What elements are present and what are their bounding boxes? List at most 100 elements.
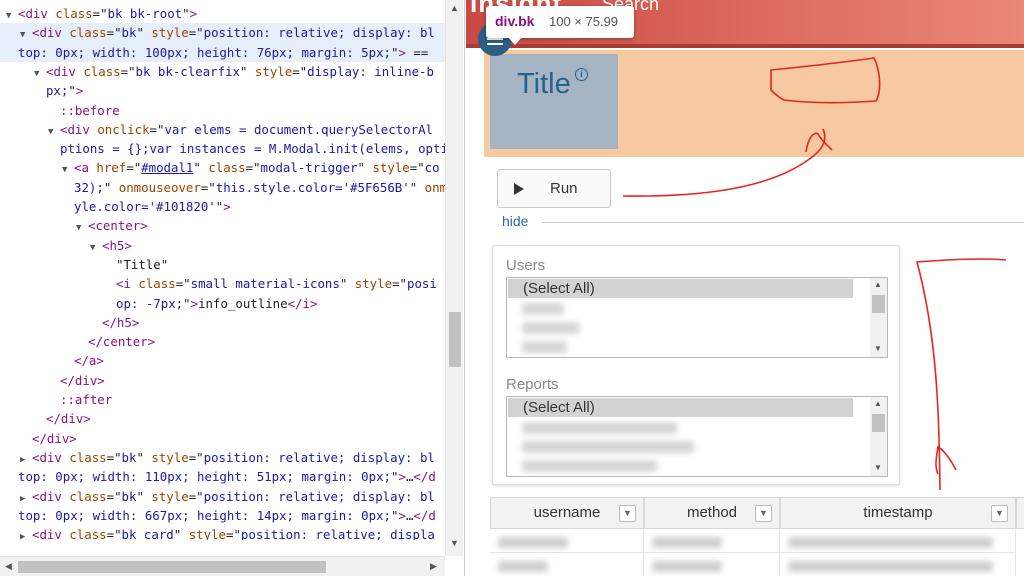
- dom-tree-node[interactable]: ptions = {};var instances = M.Modal.init…: [0, 139, 445, 158]
- expand-caret-icon[interactable]: ▼: [76, 219, 88, 235]
- scrollbar-thumb[interactable]: [18, 561, 326, 573]
- dom-tree-node[interactable]: ▼ <div class="bk bk-root">: [0, 4, 445, 23]
- dom-tree-node[interactable]: </h5>: [0, 313, 445, 332]
- dom-tree-node[interactable]: op: -7px;">info_outline</i>: [0, 294, 445, 313]
- blurred-value: [652, 561, 722, 572]
- dom-tree-node[interactable]: ▶ <div class="bk" style="position: relati…: [0, 487, 445, 506]
- collapsed-caret-icon[interactable]: ▶: [20, 451, 32, 467]
- element-inspector-tooltip: div.bk 100 × 75.99: [486, 6, 634, 45]
- expand-caret-icon[interactable]: ▼: [6, 7, 18, 23]
- dom-token: <i: [116, 276, 139, 292]
- dom-tree-node[interactable]: ▶ <div class="bk card" style="position: r…: [0, 525, 445, 540]
- blurred-value: [498, 537, 568, 548]
- dom-token: top: 0px; width: 110px; height: 51px; ma…: [18, 469, 391, 485]
- listbox-scrollbar[interactable]: ▲ ▼: [870, 278, 887, 357]
- expand-caret-icon[interactable]: ▼: [34, 65, 46, 81]
- blurred-option[interactable]: [522, 441, 694, 453]
- dom-tree-node[interactable]: </div>: [0, 429, 445, 448]
- column-header-overflow[interactable]: [1016, 497, 1024, 529]
- listbox-scrollbar[interactable]: ▲ ▼: [870, 397, 887, 476]
- page-title[interactable]: Title: [517, 68, 571, 101]
- vertical-scrollbar[interactable]: ▲ ▼: [445, 0, 463, 556]
- dom-token: <h5>: [102, 237, 132, 253]
- dom-tree-node[interactable]: yle.color='#101820'">: [0, 197, 445, 216]
- divider: [542, 222, 1024, 223]
- dom-tree-node[interactable]: ▼ <div onclick="var elems = document.quer…: [0, 120, 445, 139]
- run-button-label: Run: [550, 180, 578, 197]
- run-button[interactable]: Run: [497, 169, 611, 208]
- dom-tree-node[interactable]: ▼ <div class="bk" style="position: relati…: [0, 23, 445, 43]
- scroll-up-icon[interactable]: ▲: [874, 280, 882, 289]
- dom-tree-node[interactable]: <i class="small material-icons" style="p…: [0, 274, 445, 293]
- dom-tree-node[interactable]: top: 0px; width: 100px; height: 76px; ma…: [0, 42, 445, 62]
- dom-tree-node[interactable]: top: 0px; width: 667px; height: 14px; ma…: [0, 506, 445, 525]
- table-cell[interactable]: [490, 529, 644, 553]
- column-header-username[interactable]: username ▼: [490, 497, 644, 529]
- dom-token: <div: [32, 25, 70, 41]
- table-cell[interactable]: [780, 553, 1016, 576]
- dom-token: ": [239, 63, 255, 79]
- dom-tree-node[interactable]: ▼ <a href="#modal1" class="modal-trigger"…: [0, 158, 445, 177]
- blurred-option[interactable]: [522, 422, 677, 434]
- dom-tree-node[interactable]: 32);" onmouseover="this.style.color='#5F…: [0, 178, 445, 197]
- dom-tree-node[interactable]: top: 0px; width: 110px; height: 51px; ma…: [0, 467, 445, 486]
- scrollbar-thumb[interactable]: [872, 295, 885, 313]
- dom-token: </h5>: [102, 314, 140, 330]
- users-listbox[interactable]: (Select All) ▲ ▼: [506, 277, 888, 358]
- table-cell[interactable]: [644, 553, 780, 576]
- reports-listbox[interactable]: (Select All) ▲ ▼: [506, 396, 888, 477]
- blurred-option[interactable]: [522, 460, 657, 472]
- table-cell[interactable]: [490, 553, 644, 576]
- dom-tree-node[interactable]: </div>: [0, 409, 445, 428]
- dom-tree-node[interactable]: ▼ <center>: [0, 216, 445, 235]
- expand-caret-icon[interactable]: ▼: [48, 123, 60, 139]
- blurred-option[interactable]: [522, 322, 580, 334]
- hide-toggle[interactable]: hide: [502, 213, 528, 229]
- dom-tree-node[interactable]: px;">: [0, 81, 445, 100]
- dom-token: ": [182, 6, 190, 21]
- dom-tree-node[interactable]: </div>: [0, 371, 445, 390]
- dom-tree-node[interactable]: ::before: [0, 101, 445, 120]
- dom-tree-node[interactable]: ▼ <h5>: [0, 236, 445, 255]
- dom-token: </i>: [287, 295, 318, 311]
- dom-token: >: [189, 6, 198, 21]
- scroll-right-icon[interactable]: ▶: [430, 561, 437, 572]
- dom-token: >: [398, 469, 406, 485]
- column-menu-icon[interactable]: ▼: [991, 505, 1008, 522]
- dom-tree-node[interactable]: ▼ <div class="bk bk-clearfix" style="disp…: [0, 62, 445, 81]
- scrollbar-thumb[interactable]: [449, 312, 461, 367]
- column-menu-icon[interactable]: ▼: [755, 505, 772, 522]
- dom-token: class: [83, 63, 121, 79]
- dom-tree-node[interactable]: "Title": [0, 255, 445, 274]
- expand-caret-icon[interactable]: ▼: [90, 239, 102, 255]
- list-option-select-all[interactable]: (Select All): [508, 279, 853, 298]
- column-header-timestamp[interactable]: timestamp ▼: [780, 497, 1016, 529]
- dom-tree-node[interactable]: </a>: [0, 351, 445, 370]
- scroll-down-icon[interactable]: ▼: [874, 344, 882, 353]
- blurred-option[interactable]: [522, 303, 564, 315]
- horizontal-scrollbar[interactable]: ◀ ▶: [0, 556, 445, 576]
- expand-caret-icon[interactable]: ▼: [20, 26, 32, 42]
- scroll-left-icon[interactable]: ◀: [5, 561, 12, 572]
- dom-token: ptions = {};var instances = M.Modal.init…: [60, 141, 445, 157]
- dom-token: <div: [32, 449, 70, 465]
- collapsed-caret-icon[interactable]: ▶: [20, 490, 32, 506]
- dom-token: style: [254, 63, 293, 79]
- dom-tree-node[interactable]: </center>: [0, 332, 445, 351]
- dom-tree-node[interactable]: ::after: [0, 390, 445, 409]
- table-cell[interactable]: [780, 529, 1016, 553]
- scroll-up-icon[interactable]: ▲: [874, 399, 882, 408]
- blurred-option[interactable]: [522, 341, 567, 353]
- table-cell[interactable]: [644, 529, 780, 553]
- dom-tree-node[interactable]: ▶ <div class="bk" style="position: relati…: [0, 448, 445, 467]
- scroll-up-icon[interactable]: ▲: [450, 3, 459, 13]
- scroll-down-icon[interactable]: ▼: [874, 463, 882, 472]
- column-menu-icon[interactable]: ▼: [619, 505, 636, 522]
- scroll-down-icon[interactable]: ▼: [450, 538, 459, 548]
- list-option-select-all[interactable]: (Select All): [508, 398, 853, 417]
- info-outline-icon[interactable]: i: [575, 68, 588, 81]
- collapsed-caret-icon[interactable]: ▶: [20, 528, 32, 540]
- expand-caret-icon[interactable]: ▼: [62, 161, 74, 177]
- column-header-method[interactable]: method ▼: [644, 497, 780, 529]
- scrollbar-thumb[interactable]: [872, 414, 885, 432]
